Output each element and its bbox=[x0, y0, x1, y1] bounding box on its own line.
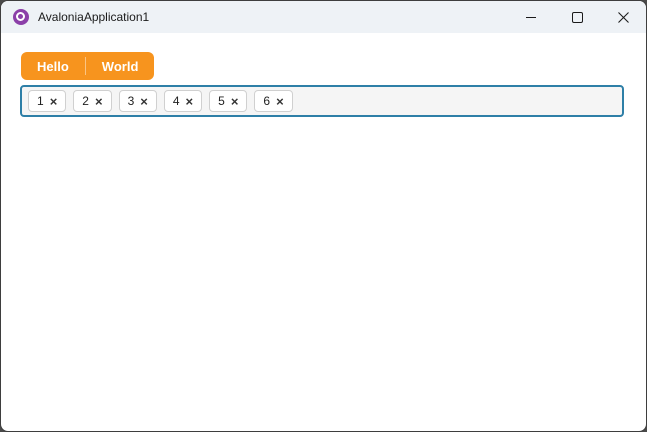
app-window: AvaloniaApplication1 Hello World 1 × 2 ×… bbox=[0, 0, 647, 432]
chip-1-label: 1 bbox=[37, 94, 44, 108]
minimize-icon bbox=[526, 16, 536, 18]
tab-world[interactable]: World bbox=[86, 52, 155, 80]
tab-world-label: World bbox=[101, 58, 139, 74]
chip-list-box[interactable]: 1 × 2 × 3 × 4 × 5 × 6 × bbox=[20, 85, 624, 117]
chip-6-label: 6 bbox=[263, 94, 271, 108]
title-bar: AvaloniaApplication1 bbox=[1, 1, 646, 33]
tab-strip: Hello World bbox=[21, 52, 155, 80]
window-title: AvaloniaApplication1 bbox=[38, 10, 150, 24]
close-button[interactable] bbox=[600, 1, 646, 33]
chip-3-label: 3 bbox=[127, 94, 135, 108]
caption-buttons bbox=[508, 1, 646, 33]
content-area: Hello World 1 × 2 × 3 × 4 × 5 × 6 × bbox=[1, 33, 646, 117]
chip-4-remove-icon[interactable]: × bbox=[186, 95, 194, 108]
chip-5-remove-icon[interactable]: × bbox=[231, 95, 239, 108]
chip-1[interactable]: 1 × bbox=[28, 90, 67, 112]
avalonia-logo-icon bbox=[13, 9, 29, 25]
maximize-button[interactable] bbox=[554, 1, 600, 33]
chip-6[interactable]: 6 × bbox=[254, 90, 293, 112]
chip-2-label: 2 bbox=[82, 94, 89, 108]
tab-hello-label: Hello bbox=[37, 58, 69, 74]
chip-3[interactable]: 3 × bbox=[118, 90, 157, 112]
minimize-button[interactable] bbox=[508, 1, 554, 33]
chip-6-remove-icon[interactable]: × bbox=[276, 95, 284, 108]
chip-4-label: 4 bbox=[172, 94, 180, 108]
chip-2[interactable]: 2 × bbox=[73, 90, 112, 112]
chip-5[interactable]: 5 × bbox=[209, 90, 248, 112]
tab-hello[interactable]: Hello bbox=[21, 52, 85, 80]
chip-5-label: 5 bbox=[218, 94, 225, 108]
chip-4[interactable]: 4 × bbox=[163, 90, 203, 112]
chip-2-remove-icon[interactable]: × bbox=[95, 95, 103, 108]
close-icon bbox=[617, 11, 629, 23]
chip-3-remove-icon[interactable]: × bbox=[140, 95, 148, 108]
maximize-icon bbox=[571, 11, 583, 23]
chip-1-remove-icon[interactable]: × bbox=[50, 95, 58, 108]
